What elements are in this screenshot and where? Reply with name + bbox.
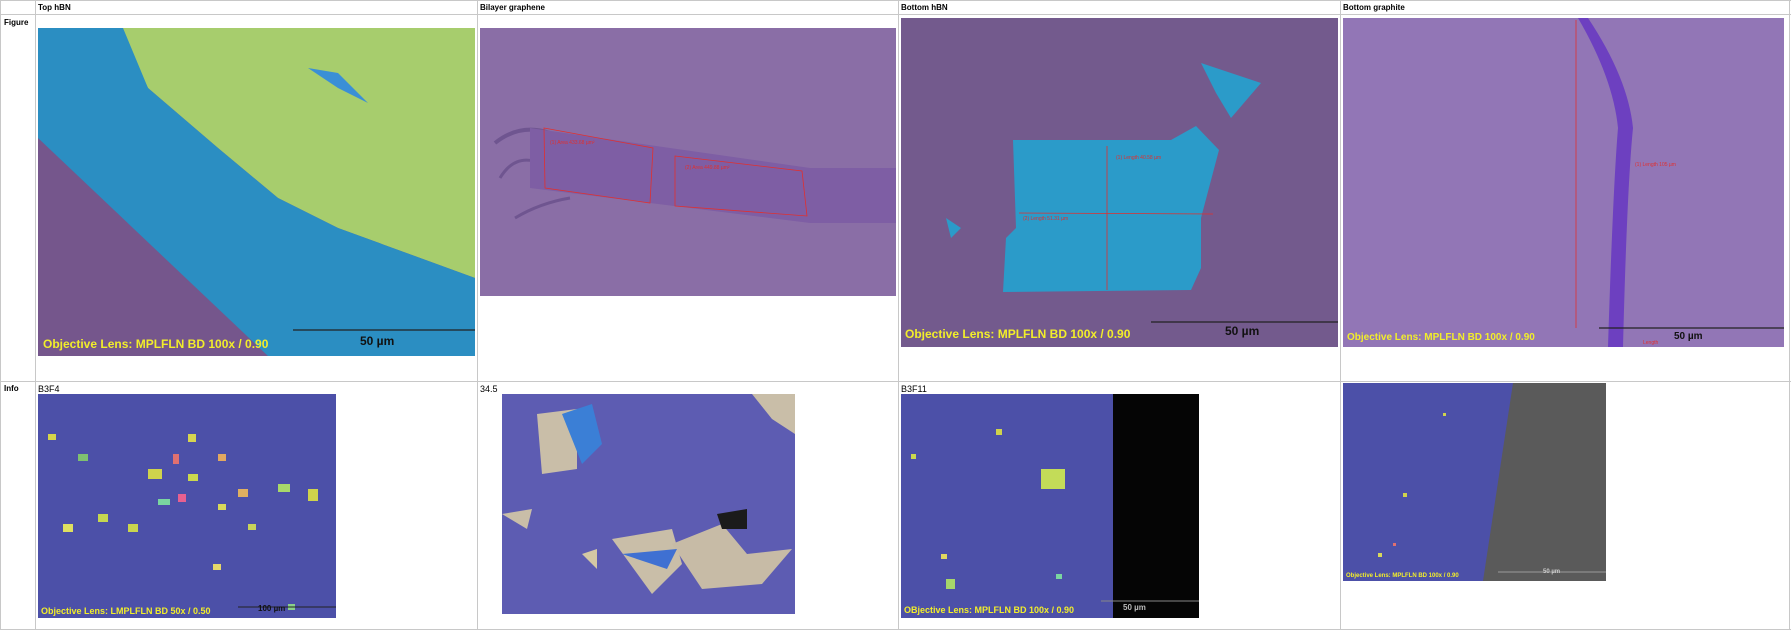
column-header-bottom-hbn: Bottom hBN <box>901 3 948 12</box>
measurement-label: Length <box>1643 340 1659 346</box>
scale-bar-label: 50 µm <box>1543 569 1561 575</box>
lens-caption: OBjective Lens: MPLFLN BD 100x / 0.90 <box>904 605 1075 615</box>
top-hbn-chip-image: Objective Lens: LMPLFLN BD 50x / 0.50 10… <box>38 394 336 618</box>
bottom-graphite-chip-image: Objective Lens: MPLFLN BD 100x / 0.90 50… <box>1343 383 1606 581</box>
grid-line <box>0 0 1791 1</box>
bottom-hbn-micrograph: (1) Length 40.58 µm (2) Length 51.31 µm … <box>901 18 1338 347</box>
info-label-bilayer-graphene: 34.5 <box>480 384 498 394</box>
measurement-label: (1) Length 40.58 µm <box>1116 155 1162 161</box>
measurement-label: (2) Area 449.88 µm² <box>685 165 730 171</box>
grid-line <box>0 0 1 630</box>
scale-bar-label: 50 µm <box>1225 324 1260 338</box>
lens-caption: Objective Lens: MPLFLN BD 100x / 0.90 <box>1346 573 1459 579</box>
row-label-figure: Figure <box>4 18 29 27</box>
grid-line <box>477 0 478 630</box>
bilayer-graphene-micrograph: (1) Area 433.68 µm² (2) Area 449.88 µm² <box>480 28 896 296</box>
row-label-info: Info <box>4 384 19 393</box>
lens-caption: Objective Lens: MPLFLN BD 100x / 0.90 <box>43 337 269 351</box>
scale-bar-label: 50 µm <box>360 334 395 348</box>
grid-line <box>35 0 36 630</box>
bottom-hbn-chip-image: OBjective Lens: MPLFLN BD 100x / 0.90 50… <box>901 394 1199 618</box>
scale-bar-label: 50 µm <box>1123 603 1146 612</box>
measurement-label: (1) Area 433.68 µm² <box>550 140 595 146</box>
measurement-label: (2) Length 51.31 µm <box>1023 216 1069 222</box>
column-header-bottom-graphite: Bottom graphite <box>1343 3 1405 12</box>
grid-line <box>0 14 1791 15</box>
grid-line <box>898 0 899 630</box>
grid-line <box>1340 0 1341 630</box>
bottom-graphite-micrograph: (1) Length 105 µm Length Objective Lens:… <box>1343 18 1784 347</box>
column-header-top-hbn: Top hBN <box>38 3 71 12</box>
bilayer-graphene-chip-image <box>502 394 795 614</box>
scale-bar-label: 50 µm <box>1674 331 1703 342</box>
column-header-bilayer-graphene: Bilayer graphene <box>480 3 545 12</box>
info-label-bottom-hbn: B3F11 <box>901 384 927 394</box>
grid-line <box>1789 0 1790 630</box>
lens-caption: Objective Lens: LMPLFLN BD 50x / 0.50 <box>41 606 211 616</box>
grid-line <box>0 381 1791 382</box>
scale-bar-label: 100 µm <box>258 604 286 613</box>
info-label-top-hbn: B3F4 <box>38 384 60 394</box>
lens-caption: Objective Lens: MPLFLN BD 100x / 0.90 <box>1347 332 1535 343</box>
top-hbn-micrograph: Objective Lens: MPLFLN BD 100x / 0.90 50… <box>38 28 475 356</box>
lens-caption: Objective Lens: MPLFLN BD 100x / 0.90 <box>905 327 1131 341</box>
measurement-label: (1) Length 105 µm <box>1635 162 1676 168</box>
grid-line <box>0 629 1791 630</box>
